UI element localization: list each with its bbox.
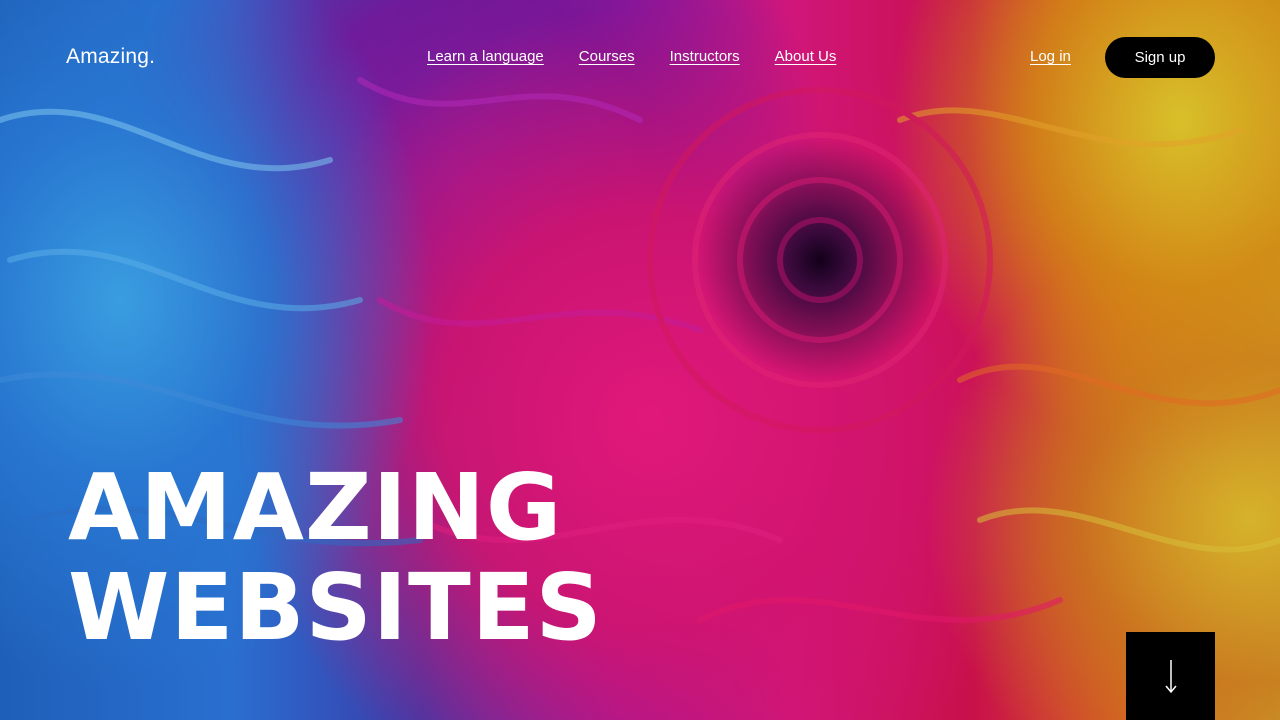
signup-button[interactable]: Sign up	[1105, 37, 1215, 78]
nav-link-instructors[interactable]: Instructors	[670, 48, 740, 65]
main-nav: Learn a language Courses Instructors Abo…	[427, 48, 836, 65]
arrow-down-icon	[1164, 660, 1177, 694]
login-link[interactable]: Log in	[1030, 48, 1071, 65]
brand-logo[interactable]: Amazing.	[66, 45, 155, 69]
headline-line-2: WEBSITES	[68, 554, 603, 661]
headline-line-1: AMAZING	[68, 454, 563, 561]
hero-headline: AMAZING WEBSITES	[68, 458, 603, 658]
nav-link-about-us[interactable]: About Us	[775, 48, 837, 65]
nav-link-courses[interactable]: Courses	[579, 48, 635, 65]
hero-section: Amazing. Learn a language Courses Instru…	[0, 0, 1280, 720]
nav-link-learn-a-language[interactable]: Learn a language	[427, 48, 544, 65]
scroll-down-button[interactable]	[1126, 632, 1215, 720]
